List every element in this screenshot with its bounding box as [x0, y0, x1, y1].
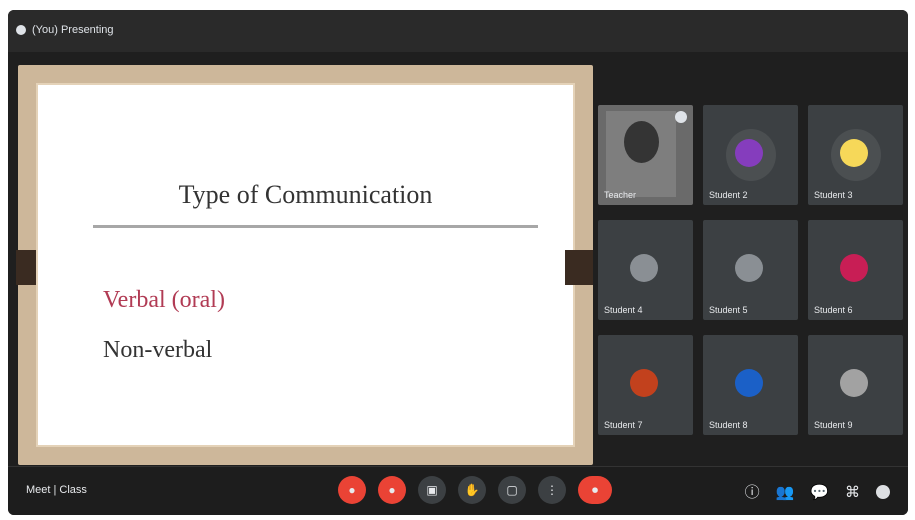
- participant-avatar: [735, 369, 763, 397]
- participant-tile-8[interactable]: Student 8: [703, 335, 798, 435]
- captions-icon[interactable]: ▣: [418, 476, 446, 504]
- bullet-verbal: Verbal (oral): [103, 287, 225, 313]
- bullet-nonverbal: Non-verbal: [103, 337, 213, 363]
- meeting-window: (You) Presenting Type of Communication V…: [8, 10, 908, 515]
- participant-tile-5[interactable]: Student 5: [703, 220, 798, 320]
- speaker-ring: [831, 129, 881, 181]
- participant-tile-4[interactable]: Student 4: [598, 220, 693, 320]
- speaker-ring: [726, 129, 776, 181]
- participant-name: Student 6: [814, 305, 853, 315]
- participant-avatar: [735, 254, 763, 282]
- participant-tile-6[interactable]: Student 6: [808, 220, 903, 320]
- participant-avatar: [840, 254, 868, 282]
- slide-title: Type of Communication: [178, 180, 433, 209]
- participant-name: Teacher: [604, 190, 637, 200]
- meeting-controls-bar: Meet | Class ● ● ▣ ✋ ▢ ⋮ ⏺ ⓘ 👥 💬 ⌘: [8, 466, 908, 515]
- participant-name: Student 8: [709, 420, 748, 430]
- right-toolbar: ⓘ 👥 💬 ⌘: [745, 481, 890, 502]
- slide-bullets: Verbal (oral) Non-verbal: [103, 275, 225, 375]
- people-icon[interactable]: 👥: [776, 483, 795, 501]
- activities-icon[interactable]: ⌘: [845, 483, 860, 501]
- participant-name: Student 7: [604, 420, 643, 430]
- slide: Type of Communication Verbal (oral) Non-…: [38, 85, 573, 445]
- presenter-label: (You) Presenting: [16, 24, 114, 36]
- more-icon[interactable]: ⋮: [538, 476, 566, 504]
- participant-tile-3[interactable]: Student 3: [808, 105, 903, 205]
- right-tab: [565, 250, 593, 285]
- participant-photo: [606, 111, 676, 197]
- call-controls: ● ● ▣ ✋ ▢ ⋮ ⏺: [338, 476, 612, 504]
- participant-avatar: [630, 254, 658, 282]
- participant-tile-1[interactable]: Teacher: [598, 105, 693, 205]
- participant-name: Student 9: [814, 420, 853, 430]
- participant-name: Student 5: [709, 305, 748, 315]
- participant-name: Student 4: [604, 305, 643, 315]
- participant-grid: Teacher Student 2 Student 3 Student 4 St…: [598, 105, 903, 435]
- end-call-icon[interactable]: ⏺: [578, 476, 612, 504]
- camera-off-icon[interactable]: ●: [378, 476, 406, 504]
- mic-off-icon[interactable]: ●: [338, 476, 366, 504]
- participant-tile-9[interactable]: Student 9: [808, 335, 903, 435]
- person-icon: [16, 25, 26, 35]
- pin-badge[interactable]: [675, 111, 687, 123]
- presentation-stage: Type of Communication Verbal (oral) Non-…: [16, 65, 593, 465]
- slide-divider: [93, 225, 538, 228]
- participant-tile-7[interactable]: Student 7: [598, 335, 693, 435]
- chat-icon[interactable]: 💬: [810, 483, 829, 501]
- presenter-text: (You) Presenting: [32, 24, 114, 36]
- participant-name: Student 2: [709, 190, 748, 200]
- participant-avatar: [630, 369, 658, 397]
- participant-tile-2[interactable]: Student 2: [703, 105, 798, 205]
- present-icon[interactable]: ▢: [498, 476, 526, 504]
- settings-icon[interactable]: [876, 484, 890, 499]
- raise-hand-icon[interactable]: ✋: [458, 476, 486, 504]
- top-bar: (You) Presenting: [8, 10, 908, 52]
- participant-avatar: [840, 369, 868, 397]
- meeting-info: Meet | Class: [26, 484, 87, 496]
- info-icon[interactable]: ⓘ: [745, 481, 760, 502]
- participant-name: Student 3: [814, 190, 853, 200]
